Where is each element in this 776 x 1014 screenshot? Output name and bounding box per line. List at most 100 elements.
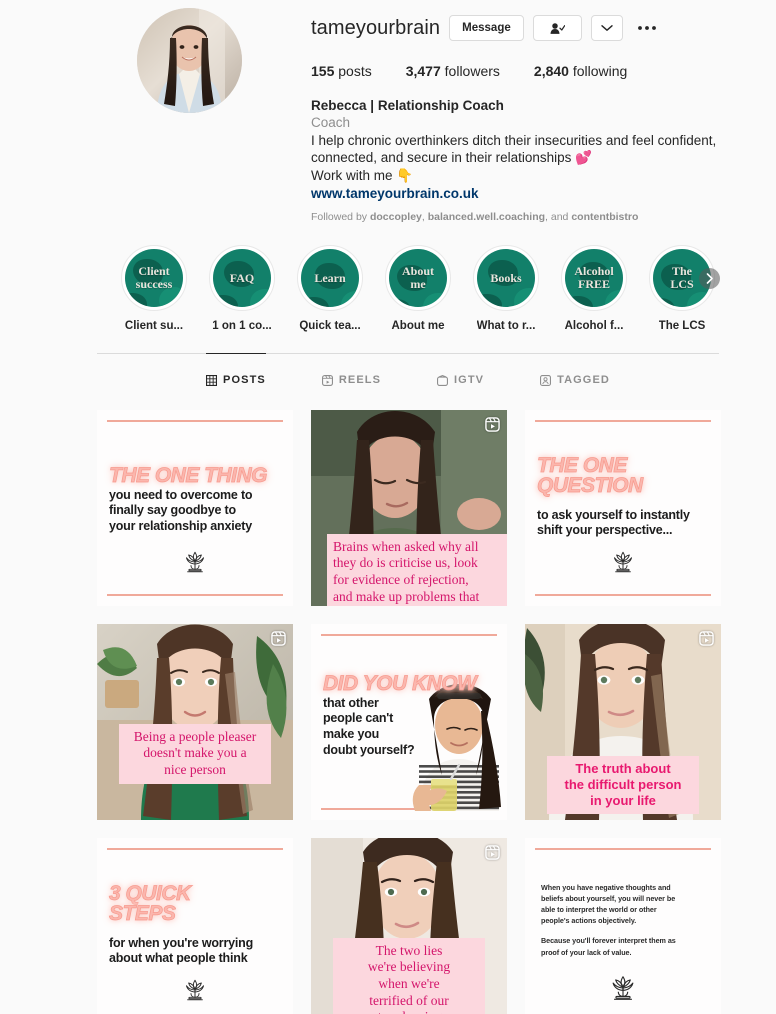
divider-rule — [107, 419, 283, 422]
post-headline: DID YOU KNOW — [323, 673, 478, 695]
cover-blob — [250, 288, 271, 307]
chevron-right-icon — [706, 273, 713, 284]
post-tile[interactable]: DID YOU KNOW that other people can't make y… — [311, 623, 507, 820]
followed-by-prefix: Followed by — [311, 210, 370, 223]
cover-blob — [341, 290, 359, 307]
subtext-line: doubt yourself? — [323, 742, 415, 757]
highlight-cover-text: Alcohol FREE — [574, 264, 614, 291]
highlight-1[interactable]: Client success Client su... — [110, 244, 198, 332]
highlight-ring: Learn — [297, 244, 363, 311]
cover-blob — [565, 295, 593, 307]
options-chevron-button[interactable] — [590, 15, 623, 41]
avatar[interactable] — [137, 8, 242, 113]
tab-reels[interactable]: REELS — [321, 353, 382, 406]
post-headline: 3 QUICK STEPS — [109, 883, 192, 925]
tab-igtv[interactable]: IGTV — [437, 353, 484, 406]
cover-blob — [514, 287, 535, 307]
highlight-3[interactable]: Learn Quick tea... — [286, 244, 374, 332]
tab-label: POSTS — [223, 374, 266, 387]
post-media: DID YOU KNOW that other people can't make y… — [311, 623, 507, 820]
followed-by-user-1[interactable]: doccopley — [370, 211, 422, 223]
post-tile[interactable]: THE ONE QUESTION to ask yourself to instan… — [525, 409, 721, 606]
stats-row: 155 posts 3,477 followers 2,840 followin… — [311, 63, 720, 79]
highlights-next-button[interactable] — [699, 267, 720, 289]
followed-by-user-3[interactable]: contentbistro — [571, 211, 638, 223]
post-media: When you have negative thoughts and belie… — [525, 837, 721, 1014]
highlight-ring: FAQ — [209, 244, 275, 311]
post-tile[interactable]: Being a people pleaser doesn't make you a… — [97, 623, 293, 820]
post-tile[interactable]: The two lies we're believing when we're ter… — [311, 837, 507, 1014]
more-options-button[interactable] — [634, 15, 660, 41]
caption-line: doesn't make you a — [143, 745, 247, 761]
post-media: The truth about the difficult person in yo… — [525, 623, 721, 820]
profile-header: tameyourbrain Message 155 posts 3,477 fo… — [0, 0, 776, 223]
content-tabs: POSTS REELS IGTV TAGGED — [97, 352, 719, 406]
highlight-ring: Alcohol FREE — [561, 244, 627, 311]
post-caption: Being a people pleaser doesn't make you a… — [119, 723, 271, 784]
tab-label: REELS — [338, 374, 382, 387]
body-line: people's actions objectively. — [541, 916, 637, 926]
followed-by-user-2[interactable]: balanced.well.coaching — [428, 211, 545, 223]
highlight-6[interactable]: Alcohol FREE Alcohol f... — [550, 244, 638, 332]
highlight-label: 1 on 1 co... — [212, 319, 272, 332]
person-check-icon — [550, 22, 565, 34]
subtext-line: people can't — [323, 711, 394, 726]
cover-blob — [389, 298, 411, 307]
highlight-2[interactable]: FAQ 1 on 1 co... — [198, 244, 286, 332]
message-button[interactable]: Message — [449, 15, 524, 41]
post-subtext: for when you're worrying about what peopl… — [109, 936, 283, 967]
post-media: Being a people pleaser doesn't make you a… — [97, 623, 293, 820]
cover-blob — [477, 293, 502, 307]
avatar-photo — [137, 8, 242, 113]
avatar-column — [97, 8, 311, 223]
post-grid: THE ONE THING you need to overcome to fina… — [97, 409, 721, 1014]
highlight-cover-text: Client success — [135, 264, 173, 291]
highlight-label: Quick tea... — [299, 319, 361, 332]
divider-rule — [107, 593, 283, 596]
highlight-cover: Books — [477, 248, 535, 307]
highlight-4[interactable]: About me About me — [374, 244, 462, 332]
reels-icon — [321, 374, 333, 386]
divider-rule — [535, 847, 711, 850]
cover-blob — [125, 292, 147, 307]
story-highlights: Client success Client su... FAQ 1 on 1 co...… — [0, 223, 776, 332]
bio-line-2: connected, and secure in their relations… — [311, 150, 592, 166]
post-tile[interactable]: 3 QUICK STEPS for when you're worrying abou… — [97, 837, 293, 1014]
post-tile[interactable]: The truth about the difficult person in yo… — [525, 623, 721, 820]
post-headline: THE ONE THING — [109, 465, 268, 487]
lotus-icon — [97, 977, 293, 1008]
caption-line: when we're — [378, 976, 440, 991]
caption-line: The truth about — [575, 761, 671, 777]
caption-line: Brains when asked why all — [333, 538, 479, 554]
post-tile[interactable]: THE ONE THING you need to overcome to fina… — [97, 409, 293, 606]
tab-tagged[interactable]: TAGGED — [540, 353, 610, 406]
post-caption: The two lies we're believing when we're ter… — [333, 937, 485, 1014]
username: tameyourbrain — [311, 17, 441, 39]
tab-posts[interactable]: POSTS — [206, 352, 266, 406]
subtext-line: to ask yourself to instantly — [537, 507, 690, 522]
highlight-5[interactable]: Books What to r... — [462, 244, 550, 332]
username-row: tameyourbrain Message — [311, 12, 720, 44]
post-subtext: to ask yourself to instantly shift your p… — [537, 508, 711, 539]
stat-posts: 155 posts — [311, 63, 372, 79]
bio-line-1: I help chronic overthinkers ditch their … — [311, 132, 717, 148]
body-paragraph: Because you'll forever interpret them as… — [541, 935, 707, 957]
stat-following[interactable]: 2,840 following — [534, 63, 627, 79]
highlight-label: The LCS — [658, 319, 706, 332]
reels-icon — [485, 845, 500, 860]
subtext-line: for when you're worrying — [109, 935, 254, 950]
post-tile[interactable]: When you have negative thoughts and belie… — [525, 837, 721, 1014]
highlight-label: About me — [391, 319, 445, 332]
profile-info: tameyourbrain Message 155 posts 3,477 fo… — [311, 8, 720, 223]
post-tile[interactable]: Brains when asked why all they do is crit… — [311, 409, 507, 606]
cover-blob — [423, 292, 447, 307]
stat-followers[interactable]: 3,477 followers — [406, 63, 500, 79]
highlight-label: What to r... — [476, 319, 536, 332]
cover-blob — [213, 294, 238, 307]
following-button[interactable] — [532, 15, 582, 41]
tab-label: TAGGED — [557, 374, 610, 387]
cover-blob — [301, 296, 329, 307]
website-link[interactable]: www.tameyourbrain.co.uk — [311, 186, 720, 202]
body-paragraph: When you have negative thoughts and belie… — [541, 882, 707, 927]
quote-card: THE ONE QUESTION to ask yourself to instan… — [525, 409, 721, 606]
